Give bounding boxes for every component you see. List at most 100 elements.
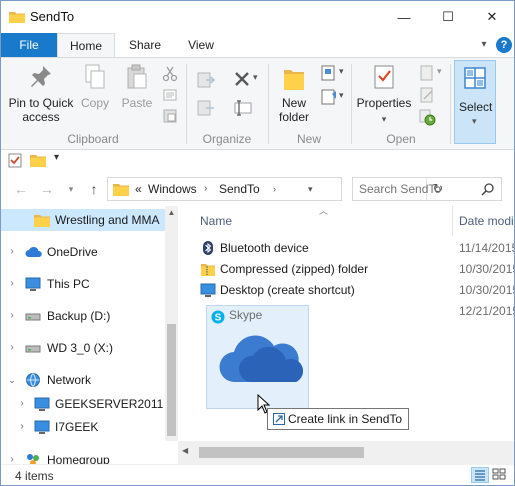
search-input[interactable] [359, 181, 479, 197]
collapse-chevron-icon[interactable]: ⌄ [6, 373, 18, 387]
nav-item-this-pc[interactable]: › This PC [1, 273, 166, 295]
clipboard-group-label: Clipboard [67, 132, 119, 146]
up-arrow-icon[interactable]: ↑ [86, 181, 102, 197]
nav-item-wrestling-and-mma[interactable]: Wrestling and MMA [1, 209, 166, 231]
file-row-bluetooth-device[interactable]: Bluetooth device 11/14/2015 [178, 238, 514, 259]
new-group-label: New [296, 132, 321, 146]
copy-button[interactable]: Copy [77, 64, 113, 110]
tab-file[interactable]: File [1, 33, 57, 57]
open-icon[interactable] [418, 64, 436, 82]
file-name: Bluetooth device [220, 241, 309, 255]
zip-folder-icon [201, 264, 215, 276]
copy-to-icon[interactable] [196, 98, 216, 118]
organize-group-label: Organize [202, 132, 252, 146]
maximize-button[interactable]: ☐ [426, 1, 470, 33]
new-folder-button[interactable]: New folder [273, 64, 315, 124]
file-row-compressed-folder[interactable]: Compressed (zipped) folder 10/30/2015 [178, 259, 514, 280]
title-bar: SendTo — ☐ ✕ [1, 1, 514, 33]
cut-icon[interactable] [162, 66, 178, 82]
column-divider[interactable] [452, 206, 453, 236]
properties-qat-icon[interactable] [8, 153, 22, 168]
expand-chevron-icon[interactable]: › [16, 397, 28, 411]
column-header-name[interactable]: Name [200, 214, 232, 228]
horizontal-scrollbar[interactable]: ◀ [178, 441, 514, 464]
new-folder-qat-icon[interactable] [30, 153, 46, 167]
nav-item-label: OneDrive [47, 245, 98, 259]
tab-home[interactable]: Home [57, 33, 115, 57]
paste-shortcut-icon[interactable] [162, 108, 178, 124]
expand-chevron-icon[interactable]: › [6, 277, 18, 291]
address-row: ← → ▾ ↑ « Windows › SendTo › ▾ ↻ [1, 172, 514, 206]
file-row-desktop-shortcut[interactable]: Desktop (create shortcut) 10/30/2015 [178, 280, 514, 301]
address-dropdown-icon[interactable]: ▾ [308, 184, 313, 195]
delete-icon[interactable] [233, 70, 251, 88]
history-icon[interactable] [418, 108, 436, 126]
status-bar: 4 items [1, 464, 514, 485]
properties-button[interactable]: Properties ▾ [355, 64, 413, 126]
search-box[interactable] [352, 177, 502, 201]
scroll-up-icon[interactable]: ▲ [165, 206, 178, 219]
breadcrumb-separator-icon[interactable]: › [273, 184, 276, 194]
scrollbar-thumb[interactable] [167, 324, 176, 436]
pin-to-quick-access-button[interactable]: Pin to Quick access [5, 64, 77, 124]
scrollbar-thumb[interactable] [199, 447, 364, 458]
large-icons-view-button[interactable] [491, 467, 509, 483]
breadcrumb-windows[interactable]: Windows [148, 182, 197, 196]
expand-chevron-icon[interactable]: › [16, 420, 28, 434]
edit-icon[interactable] [418, 86, 436, 104]
nav-item-homegroup[interactable]: › Homegroup [1, 449, 166, 464]
tab-view[interactable]: View [175, 33, 227, 57]
back-arrow-icon[interactable]: ← [13, 181, 29, 197]
new-item-dropdown-icon[interactable]: ▾ [339, 66, 344, 77]
breadcrumb-separator-icon[interactable]: › [204, 183, 207, 194]
open-group-label: Open [386, 132, 416, 146]
close-button[interactable]: ✕ [470, 1, 514, 33]
delete-dropdown-icon[interactable]: ▾ [253, 72, 258, 83]
forward-arrow-icon[interactable]: → [39, 181, 55, 197]
minimize-button[interactable]: — [382, 1, 426, 33]
easy-access-icon[interactable] [319, 88, 339, 106]
file-date: 11/14/2015 [459, 241, 514, 255]
expand-chevron-icon[interactable]: › [6, 309, 18, 323]
ribbon-expand-chevron-icon[interactable]: ▾ [476, 37, 492, 53]
nav-item-wd-3-0-x[interactable]: › WD 3_0 (X:) [1, 337, 166, 359]
customize-qat-icon[interactable]: ▾ [54, 152, 59, 163]
copy-path-icon[interactable] [162, 87, 178, 103]
sort-ascending-icon: ︿ [319, 206, 329, 216]
recent-locations-chevron-icon[interactable]: ▾ [63, 181, 79, 197]
properties-icon [374, 65, 394, 89]
properties-dropdown-icon[interactable]: ▾ [355, 112, 413, 126]
computer-icon [34, 397, 50, 411]
address-bar[interactable]: « Windows › SendTo › ▾ ↻ [107, 177, 443, 201]
expand-chevron-icon[interactable]: › [6, 453, 18, 464]
paste-icon [127, 64, 147, 89]
open-dropdown-icon[interactable]: ▾ [437, 66, 442, 77]
navigation-scrollbar[interactable]: ▲ [165, 206, 178, 441]
help-icon[interactable]: ? [496, 37, 512, 53]
easy-access-dropdown-icon[interactable]: ▾ [339, 90, 344, 101]
expand-chevron-icon[interactable]: › [6, 245, 18, 259]
new-item-icon[interactable] [319, 64, 339, 82]
breadcrumb-sendto[interactable]: SendTo [219, 182, 260, 196]
tab-share[interactable]: Share [117, 33, 173, 57]
nav-item-backup-d[interactable]: › Backup (D:) [1, 305, 166, 327]
computer-icon [34, 420, 50, 434]
search-icon[interactable] [481, 182, 495, 196]
scroll-left-icon[interactable]: ◀ [182, 446, 188, 455]
nav-item-geekserver2011[interactable]: › GEEKSERVER2011 [1, 393, 166, 415]
move-to-icon[interactable] [196, 70, 216, 90]
breadcrumb-overflow[interactable]: « [135, 182, 142, 196]
nav-item-label: Wrestling and MMA [55, 213, 160, 227]
drive-icon [25, 313, 41, 321]
column-header-date-modified[interactable]: Date modi [459, 214, 514, 228]
paste-button[interactable]: Paste [117, 64, 157, 110]
nav-item-network[interactable]: ⌄ Network [1, 369, 166, 391]
nav-item-label: I7GEEK [55, 420, 99, 434]
homegroup-icon [27, 454, 39, 464]
nav-item-onedrive[interactable]: › OneDrive [1, 241, 166, 263]
select-button[interactable]: Select ▾ [454, 60, 496, 144]
rename-icon[interactable] [233, 98, 253, 118]
details-view-button[interactable] [471, 467, 489, 483]
nav-item-i7geek[interactable]: › I7GEEK [1, 416, 166, 438]
expand-chevron-icon[interactable]: › [6, 341, 18, 355]
